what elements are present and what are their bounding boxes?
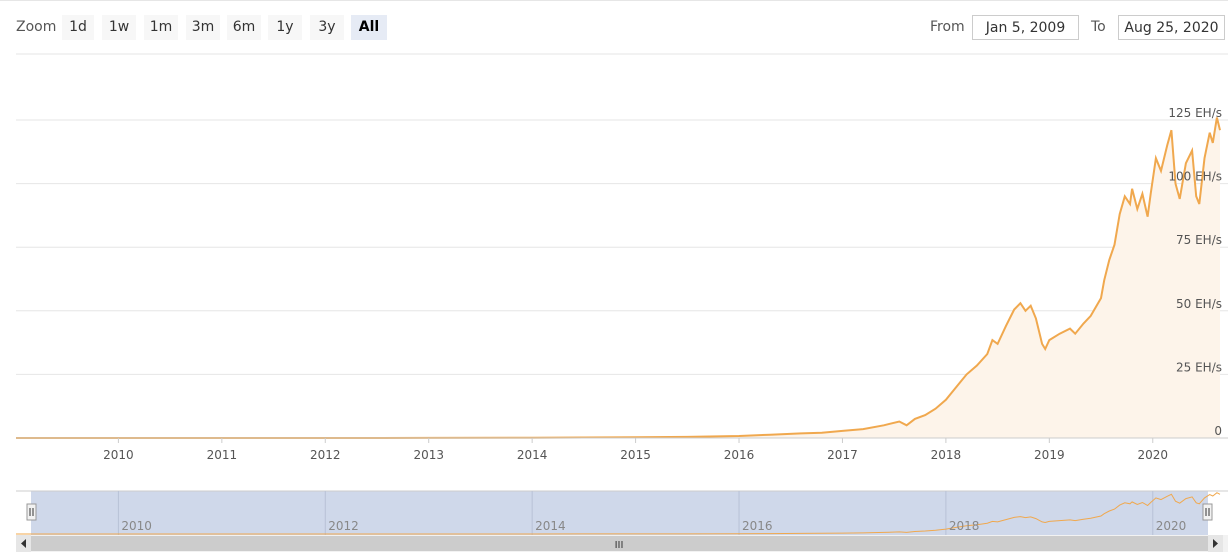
navigator[interactable]: 2010 2012 2014 2016 2018 2020: [16, 490, 1228, 535]
grid-lines: [16, 119, 1228, 375]
chart-widget: Zoom 1d 1w 1m 3m 6m 1y 3y All From To 02…: [0, 0, 1228, 559]
navigator-tick-label: 2018: [949, 519, 980, 533]
navigator-tick-label: 2014: [535, 519, 566, 533]
navigator-selection[interactable]: [31, 491, 1208, 535]
y-tick-label: 125 EH/s: [1168, 106, 1222, 120]
y-tick-label: 0: [1214, 424, 1222, 438]
scroll-right-button[interactable]: [1208, 535, 1223, 552]
x-tick-label: 2016: [724, 448, 755, 462]
area-fill: [16, 117, 1220, 438]
x-tick-label: 2010: [103, 448, 134, 462]
x-tick-label: 2011: [207, 448, 238, 462]
hashrate-chart: 0 25 EH/s 50 EH/s 75 EH/s 100 EH/s 125 EH/s 2…: [16, 53, 1228, 552]
x-tick-labels: 2010 2011 2012 2013 2014 2015 2016 2017 2018 2019…: [103, 438, 1168, 462]
y-tick-label: 75 EH/s: [1176, 233, 1222, 247]
navigator-tick-label: 2020: [1156, 519, 1187, 533]
navigator-tick-label: 2010: [121, 519, 152, 533]
navigator-tick-label: 2016: [742, 519, 773, 533]
x-tick-label: 2020: [1137, 448, 1168, 462]
x-tick-label: 2015: [620, 448, 651, 462]
scrollbar-grip: III: [615, 540, 624, 551]
y-tick-label: 100 EH/s: [1168, 170, 1222, 184]
x-tick-label: 2017: [827, 448, 858, 462]
y-tick-label: 25 EH/s: [1176, 360, 1222, 374]
scroll-left-button[interactable]: [16, 535, 31, 552]
y-tick-label: 50 EH/s: [1176, 297, 1222, 311]
x-tick-label: 2012: [310, 448, 341, 462]
navigator-right-handle[interactable]: [1202, 503, 1213, 521]
x-tick-label: 2018: [931, 448, 962, 462]
scrollbar[interactable]: III: [16, 535, 1228, 552]
navigator-left-handle[interactable]: [26, 503, 37, 521]
navigator-tick-label: 2012: [328, 519, 359, 533]
x-tick-label: 2013: [413, 448, 444, 462]
x-tick-label: 2014: [517, 448, 548, 462]
x-tick-label: 2019: [1034, 448, 1065, 462]
